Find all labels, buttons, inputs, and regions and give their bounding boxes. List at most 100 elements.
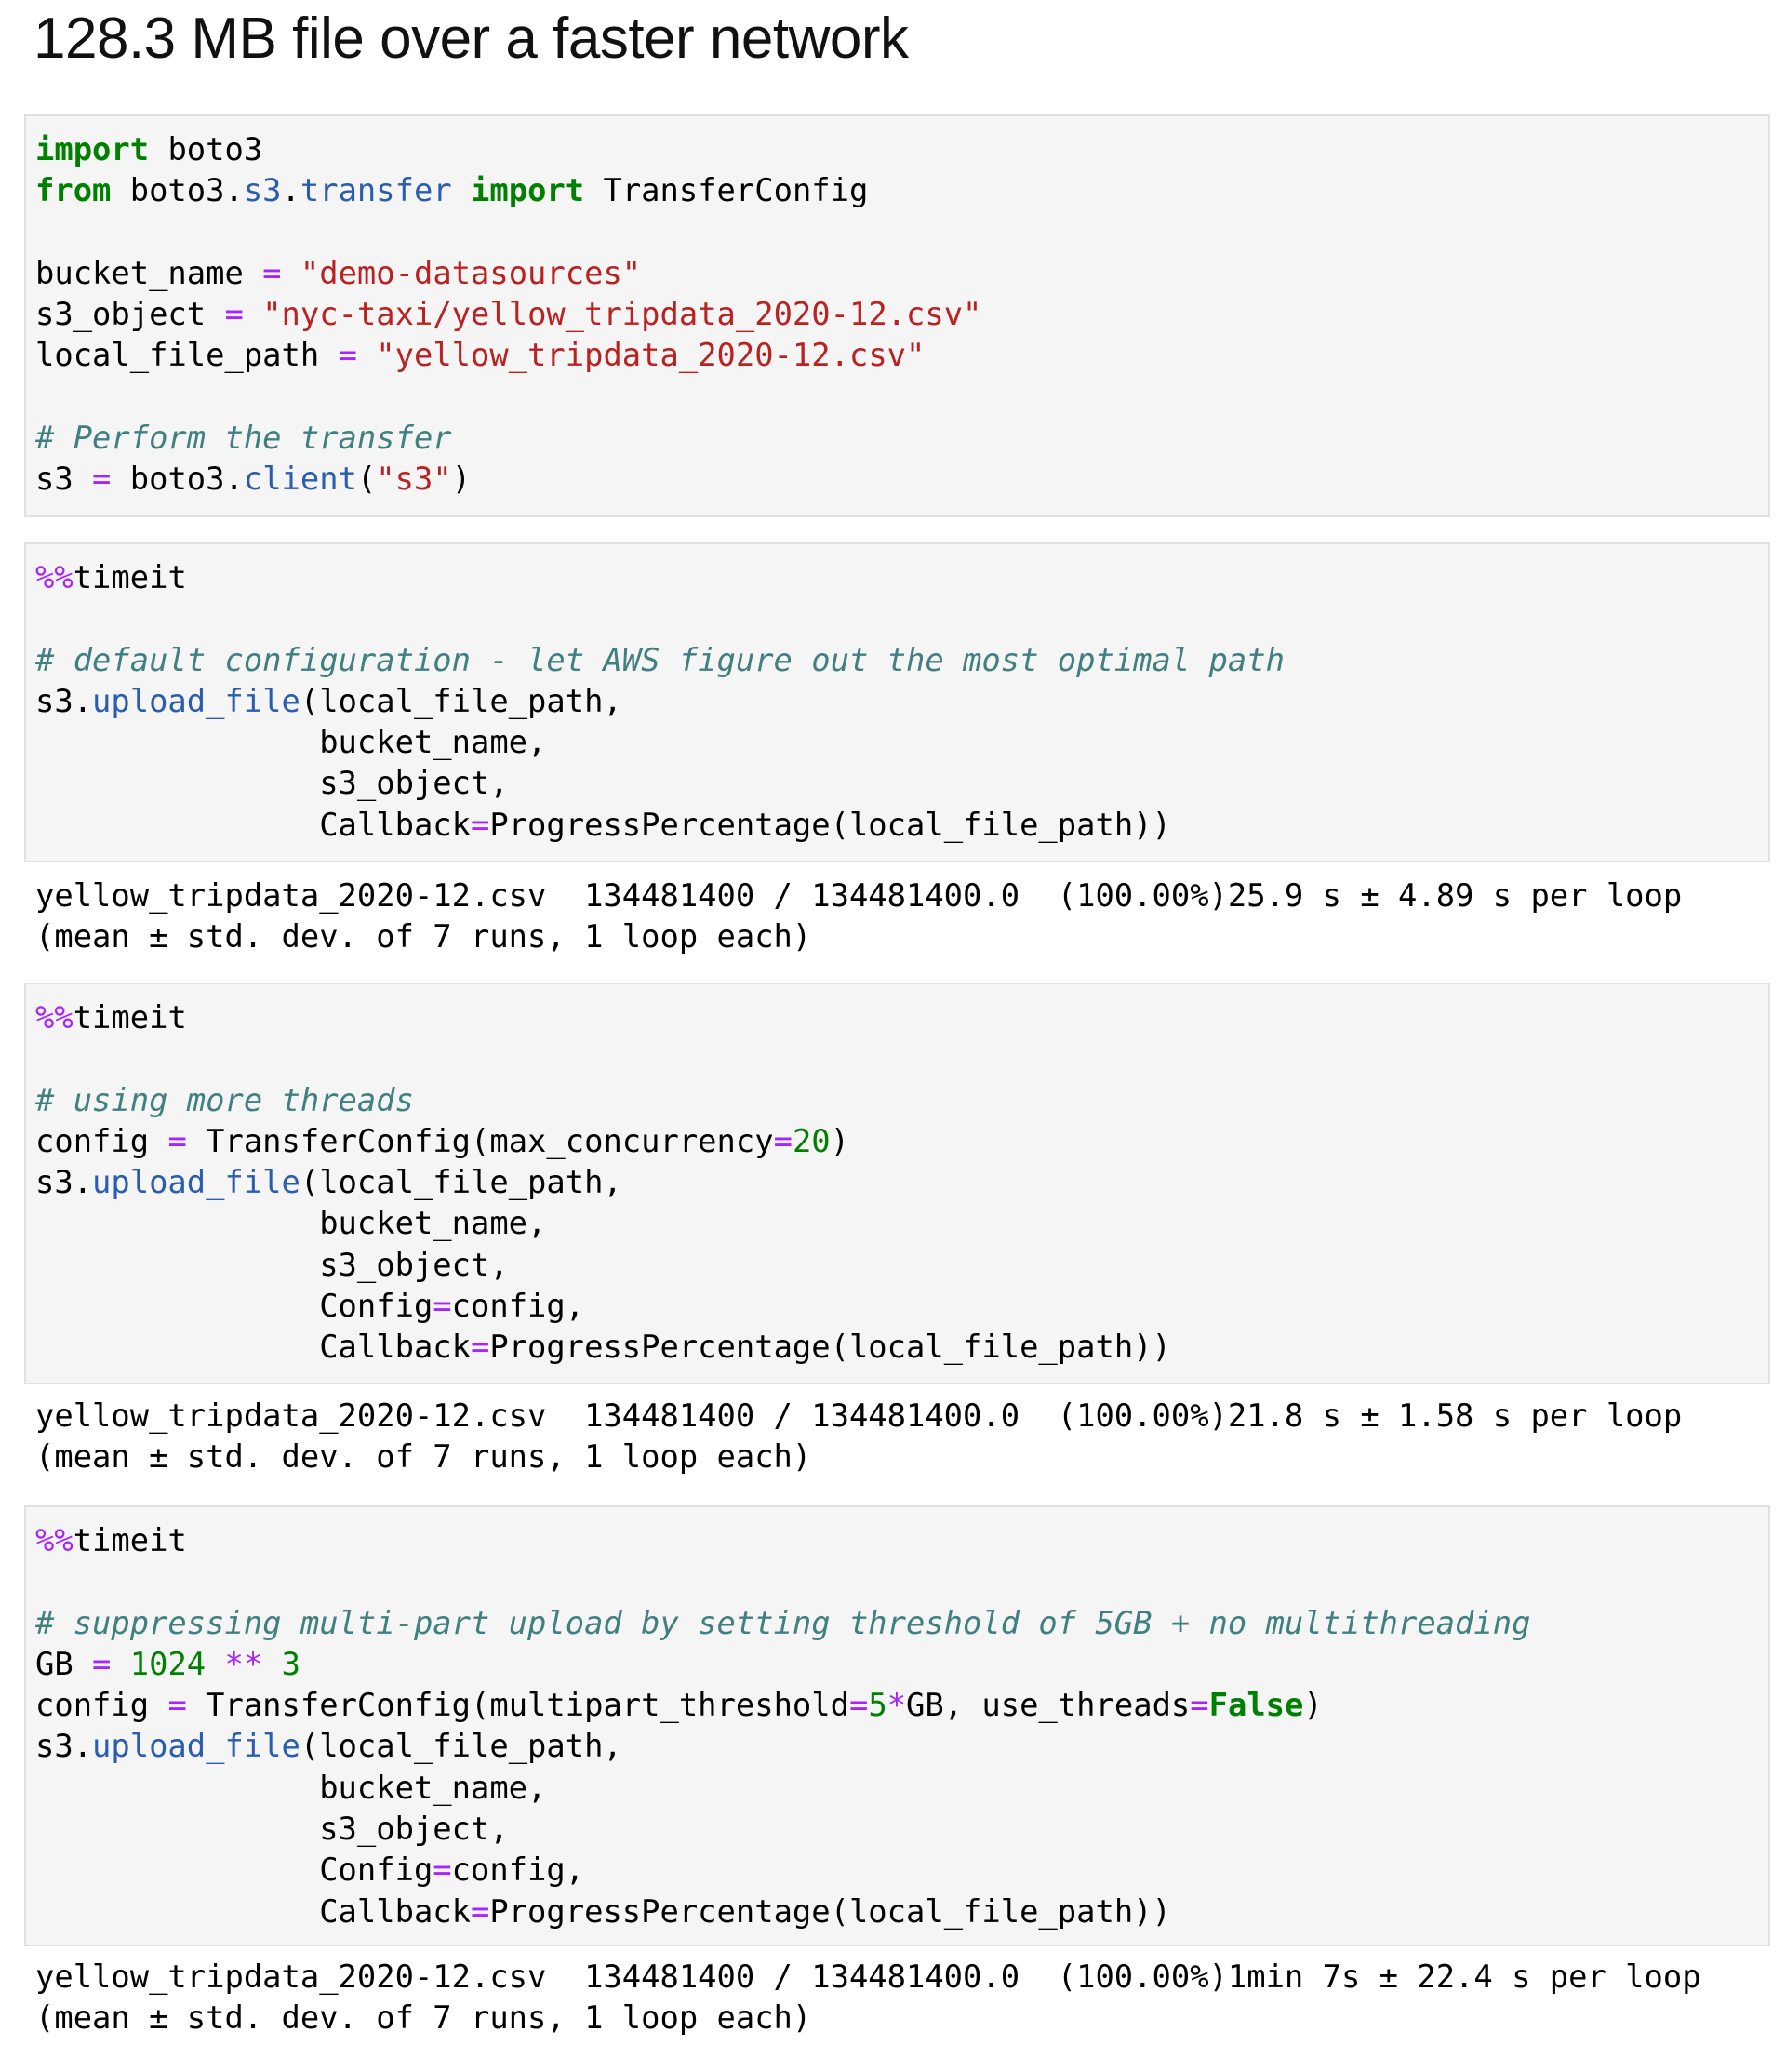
cell-prompt: : (0, 997, 7, 1038)
code-token: s3. (35, 682, 93, 719)
operator-token: = (471, 1892, 490, 1930)
number-token: 20 (792, 1122, 831, 1159)
comment-token: # default configuration - let AWS figure… (35, 641, 1285, 678)
code-line: Callback=ProgressPercentage(local_file_p… (35, 805, 1768, 846)
string-token: "demo-datasources" (300, 254, 642, 291)
code-token: ) (830, 1122, 849, 1159)
code-token: timeit (73, 559, 187, 595)
code-line: # default configuration - let AWS figure… (35, 640, 1768, 681)
code-line: # Perform the transfer (35, 418, 1768, 459)
property-token: upload_file (92, 1164, 300, 1201)
code-token: timeit (73, 999, 187, 1036)
comment-token: # suppressing multi-part upload by setti… (35, 1604, 1531, 1641)
operator-token: = (92, 461, 112, 498)
code-token: . (281, 172, 300, 209)
code-token: (local_file_path, (300, 1728, 622, 1765)
code-line: s3_object, (35, 1245, 1768, 1286)
code-cell-imports[interactable]: import boto3 from boto3.s3.transfer impor… (24, 114, 1770, 517)
operator-token: = (167, 1687, 187, 1724)
code-line: %%timeit (35, 997, 1768, 1038)
code-cell-no-multipart[interactable]: %%timeit # suppressing multi-part upload… (24, 1505, 1770, 1946)
code-token: ) (451, 461, 472, 498)
code-line: GB = 1024 ** 3 (35, 1644, 1768, 1685)
code-token: Callback (35, 806, 471, 843)
code-line: Config=config, (35, 1286, 1768, 1327)
cell-output: yellow_tripdata_2020-12.csv 134481400 / … (35, 1396, 1682, 1478)
code-cell-more-threads[interactable]: %%timeit # using more threads config = Tr… (24, 983, 1770, 1384)
property-token: client (243, 461, 357, 498)
code-token: ProgressPercentage(local_file_path)) (489, 806, 1171, 843)
operator-token: * (886, 1687, 907, 1724)
code-editor[interactable]: %%timeit # using more threads config = Tr… (35, 997, 1768, 1369)
code-token: bucket_name, (35, 1205, 547, 1242)
code-editor[interactable]: %%timeit # default configuration - let A… (35, 557, 1768, 846)
code-token: timeit (73, 1522, 187, 1558)
code-token: TransferConfig(multipart_threshold (186, 1687, 849, 1724)
code-line: # using more threads (35, 1080, 1768, 1121)
code-token: GB, use_threads (906, 1687, 1191, 1724)
code-editor[interactable]: %%timeit # suppressing multi-part upload… (35, 1520, 1768, 1932)
code-line: %%timeit (35, 1520, 1768, 1561)
property-token: upload_file (92, 1728, 300, 1765)
code-token: boto3. (111, 461, 244, 498)
code-token: TransferConfig (584, 172, 869, 209)
operator-token: = (848, 1687, 869, 1724)
operator-token: = (433, 1288, 452, 1325)
code-token: ) (1303, 1687, 1323, 1724)
output-line: yellow_tripdata_2020-12.csv 134481400 / … (35, 1397, 1683, 1434)
cell-output: yellow_tripdata_2020-12.csv 134481400 / … (35, 876, 1682, 958)
operator-token: = (167, 1122, 187, 1159)
code-line: Callback=ProgressPercentage(local_file_p… (35, 1327, 1768, 1368)
magic-token: %% (35, 559, 73, 595)
property-token: s3 (243, 172, 282, 209)
code-token: (local_file_path, (300, 1164, 622, 1201)
property-token: upload_file (92, 682, 300, 719)
code-token: s3 (35, 461, 93, 498)
cell-prompt: : (0, 1520, 7, 1561)
code-line: Callback=ProgressPercentage(local_file_p… (35, 1892, 1768, 1932)
comment-token: # using more threads (35, 1081, 414, 1118)
code-editor[interactable]: import boto3 from boto3.s3.transfer impor… (35, 129, 1768, 501)
code-line: # suppressing multi-part upload by setti… (35, 1603, 1768, 1644)
code-line: bucket_name, (35, 1768, 1768, 1809)
code-token: Config (35, 1288, 433, 1325)
number-token: 5 (868, 1687, 887, 1724)
code-token: config, (451, 1851, 585, 1889)
code-line: from boto3.s3.transfer import TransferCo… (35, 170, 1768, 211)
keyword-token: import (35, 131, 150, 167)
code-token: s3. (35, 1164, 93, 1201)
code-token: Callback (35, 1892, 471, 1930)
number-token: 1024 (129, 1645, 207, 1682)
operator-token: = (1190, 1687, 1209, 1724)
operator-token: = (773, 1122, 793, 1159)
code-line: bucket_name = "demo-datasources" (35, 253, 1768, 294)
magic-token: %% (35, 999, 73, 1036)
code-line: s3_object, (35, 1809, 1768, 1850)
code-cell-default-config[interactable]: %%timeit # default configuration - let A… (24, 542, 1770, 862)
code-line: s3_object = "nyc-taxi/yellow_tripdata_20… (35, 294, 1768, 335)
code-token: GB (35, 1645, 93, 1682)
code-line: s3 = boto3.client("s3") (35, 459, 1768, 500)
operator-token: = (224, 296, 244, 333)
code-line: Config=config, (35, 1850, 1768, 1891)
code-line: bucket_name, (35, 1203, 1768, 1244)
cell-prompt: : (0, 557, 7, 598)
keyword-token: from (35, 172, 112, 209)
code-line: s3.upload_file(local_file_path, (35, 1726, 1768, 1767)
code-line: bucket_name, (35, 722, 1768, 763)
code-line: local_file_path = "yellow_tripdata_2020-… (35, 335, 1768, 376)
operator-token: = (471, 806, 490, 843)
operator-token: = (471, 1329, 490, 1366)
cell-prompt: : (0, 129, 7, 170)
code-token: local_file_path (35, 337, 339, 374)
code-token: boto3 (149, 131, 263, 167)
operator-token: = (433, 1851, 452, 1889)
string-token: "nyc-taxi/yellow_tripdata_2020-12.csv" (262, 296, 982, 333)
